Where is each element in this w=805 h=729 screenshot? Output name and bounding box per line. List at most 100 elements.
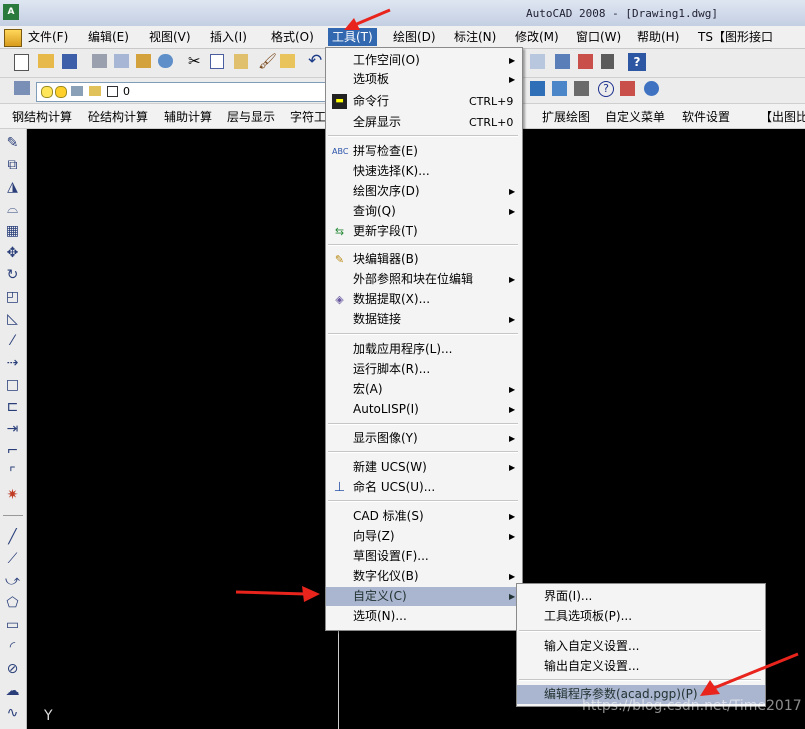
stretch-icon[interactable]: ◺ — [4, 311, 21, 328]
menu-item-command-line[interactable]: ▬ 命令行 CTRL+9 — [326, 92, 522, 111]
menu-edit[interactable]: 编辑(E) — [84, 28, 133, 46]
cn-extended-draw[interactable]: 扩展绘图 — [542, 108, 590, 125]
extend-icon[interactable]: ⇢ — [4, 355, 21, 372]
construction-line-icon[interactable]: ⟋ — [4, 551, 21, 568]
menu-file[interactable]: 文件(F) — [24, 28, 72, 46]
menu-item-load-application[interactable]: 加载应用程序(L)... — [326, 340, 522, 359]
mirror-icon[interactable]: ◮ — [4, 179, 21, 196]
menu-item-cad-standards[interactable]: CAD 标准(S) ▶ — [326, 507, 522, 526]
tool-palettes-icon[interactable] — [555, 54, 570, 69]
calculator-icon[interactable] — [601, 54, 614, 69]
cn-software-settings[interactable]: 软件设置 — [682, 108, 730, 125]
rectangle-icon[interactable]: ▭ — [4, 617, 21, 634]
polyline-icon[interactable]: ⤻ — [4, 573, 21, 590]
menu-item-named-ucs[interactable]: ⊥ 命名 UCS(U)... — [326, 478, 522, 497]
menu-item-display-image[interactable]: 显示图像(Y) ▶ — [326, 429, 522, 448]
menu-item-data-extraction[interactable]: ◈ 数据提取(X)... — [326, 290, 522, 309]
spline-icon[interactable]: ∿ — [4, 705, 21, 722]
move-icon[interactable]: ✥ — [4, 245, 21, 262]
open-icon[interactable] — [38, 54, 54, 68]
circle-icon[interactable]: ⊘ — [4, 661, 21, 678]
menu-item-block-editor[interactable]: ✎ 块编辑器(B) — [326, 250, 522, 269]
menu-insert[interactable]: 插入(I) — [206, 28, 251, 46]
revision-cloud-icon[interactable]: ☁ — [4, 683, 21, 700]
explode-icon[interactable]: ✷ — [4, 487, 21, 504]
new-icon[interactable] — [14, 54, 29, 71]
offset-icon[interactable]: ⌓ — [4, 201, 21, 218]
cn-concrete-calc[interactable]: 砼结构计算 — [88, 108, 148, 125]
menu-item-xref-edit[interactable]: 外部参照和块在位编辑 ▶ — [326, 270, 522, 289]
help-icon[interactable]: ? — [628, 53, 646, 71]
menu-view[interactable]: 视图(V) — [145, 28, 195, 46]
menu-item-options[interactable]: 选项(N)... — [326, 607, 522, 626]
menu-item-autolisp[interactable]: AutoLISP(I) ▶ — [326, 400, 522, 419]
menu-dimension[interactable]: 标注(N) — [450, 28, 500, 46]
copy-icon[interactable] — [210, 54, 224, 69]
submenu-item-tool-palettes[interactable]: 工具选项板(P)... — [517, 607, 765, 626]
menu-item-tablet[interactable]: 数字化仪(B) ▶ — [326, 567, 522, 586]
rotate-icon[interactable]: ↻ — [4, 267, 21, 284]
menu-item-update-fields[interactable]: ⇆ 更新字段(T) — [326, 222, 522, 241]
match-properties-icon[interactable]: 🖌 — [258, 52, 277, 70]
ts-help-icon[interactable]: ? — [598, 81, 614, 97]
undo-icon[interactable]: ↶ — [308, 51, 326, 71]
cn-aux-calc[interactable]: 辅助计算 — [164, 108, 212, 125]
menu-item-workspaces[interactable]: 工作空间(O) ▶ — [326, 51, 522, 70]
dimension-style-icon[interactable] — [530, 81, 545, 96]
cn-layer-display[interactable]: 层与显示 — [227, 108, 275, 125]
line-icon[interactable]: ╱ — [4, 529, 21, 546]
fillet-icon[interactable]: ⌜ — [4, 465, 21, 482]
menu-item-fullscreen[interactable]: 全屏显示 CTRL+0 — [326, 113, 522, 132]
cn-text-tools[interactable]: 字符工 — [290, 108, 326, 125]
chamfer-icon[interactable]: ⌐ — [4, 443, 21, 460]
app-menu-icon[interactable] — [4, 29, 22, 47]
menu-item-draw-order[interactable]: 绘图次序(D) ▶ — [326, 182, 522, 201]
break-at-point-icon[interactable]: ⊏ — [4, 399, 21, 416]
menu-item-macro[interactable]: 宏(A) ▶ — [326, 380, 522, 399]
menu-item-customize[interactable]: 自定义(C) ▶ — [326, 587, 522, 606]
menu-item-data-links[interactable]: 数据链接 ▶ — [326, 310, 522, 329]
menu-item-spelling[interactable]: ABC 拼写检查(E) — [326, 142, 522, 161]
polygon-icon[interactable]: ⬠ — [4, 595, 21, 612]
cut-icon[interactable]: ✂ — [188, 52, 206, 70]
save-icon[interactable] — [62, 54, 77, 69]
layer-manager-icon[interactable] — [14, 81, 30, 95]
menu-item-new-ucs[interactable]: 新建 UCS(W) ▶ — [326, 458, 522, 477]
plot-preview-icon[interactable] — [114, 54, 129, 68]
3d-dwf-icon[interactable] — [158, 54, 173, 68]
menu-modify[interactable]: 修改(M) — [511, 28, 563, 46]
cn-plot-scale[interactable]: 【出图比 — [760, 108, 805, 125]
menu-item-drafting-settings[interactable]: 草图设置(F)... — [326, 547, 522, 566]
publish-icon[interactable] — [136, 54, 151, 68]
layer-combo[interactable]: 0 — [36, 82, 328, 102]
trim-icon[interactable]: ⁄ — [4, 333, 21, 350]
menu-format[interactable]: 格式(O) — [267, 28, 318, 46]
menu-window[interactable]: 窗口(W) — [572, 28, 625, 46]
menu-item-inquiry[interactable]: 查询(Q) ▶ — [326, 202, 522, 221]
print-icon[interactable] — [92, 54, 107, 68]
menu-ts-graphics[interactable]: TS【图形接口 — [694, 28, 777, 46]
ts-tool-icon[interactable] — [620, 81, 635, 96]
array-icon[interactable]: ▦ — [4, 223, 21, 240]
menu-item-palettes[interactable]: 选项板 ▶ — [326, 70, 522, 89]
erase-icon[interactable]: ✎ — [4, 135, 21, 152]
menu-item-wizards[interactable]: 向导(Z) ▶ — [326, 527, 522, 546]
ts-web-icon[interactable] — [644, 81, 659, 96]
cn-custom-menu[interactable]: 自定义菜单 — [605, 108, 665, 125]
paste-icon[interactable] — [234, 54, 248, 69]
menu-help[interactable]: 帮助(H) — [633, 28, 683, 46]
scale-icon[interactable]: ◰ — [4, 289, 21, 306]
cn-steel-calc[interactable]: 钢结构计算 — [12, 108, 72, 125]
menu-item-run-script[interactable]: 运行脚本(R)... — [326, 360, 522, 379]
sheet-set-icon[interactable] — [578, 54, 593, 69]
submenu-item-interface[interactable]: 界面(I)... — [517, 587, 765, 606]
copy-object-icon[interactable]: ⧉ — [4, 157, 21, 174]
menu-item-quick-select[interactable]: 快速选择(K)... — [326, 162, 522, 181]
arc-icon[interactable]: ◜ — [4, 639, 21, 656]
table-style-icon[interactable] — [552, 81, 567, 96]
menu-draw[interactable]: 绘图(D) — [389, 28, 440, 46]
join-icon[interactable]: ⇥ — [4, 421, 21, 438]
multileader-icon[interactable] — [574, 81, 589, 96]
break-icon[interactable]: □ — [4, 377, 21, 394]
block-editor-toolbar-icon[interactable] — [280, 54, 295, 68]
